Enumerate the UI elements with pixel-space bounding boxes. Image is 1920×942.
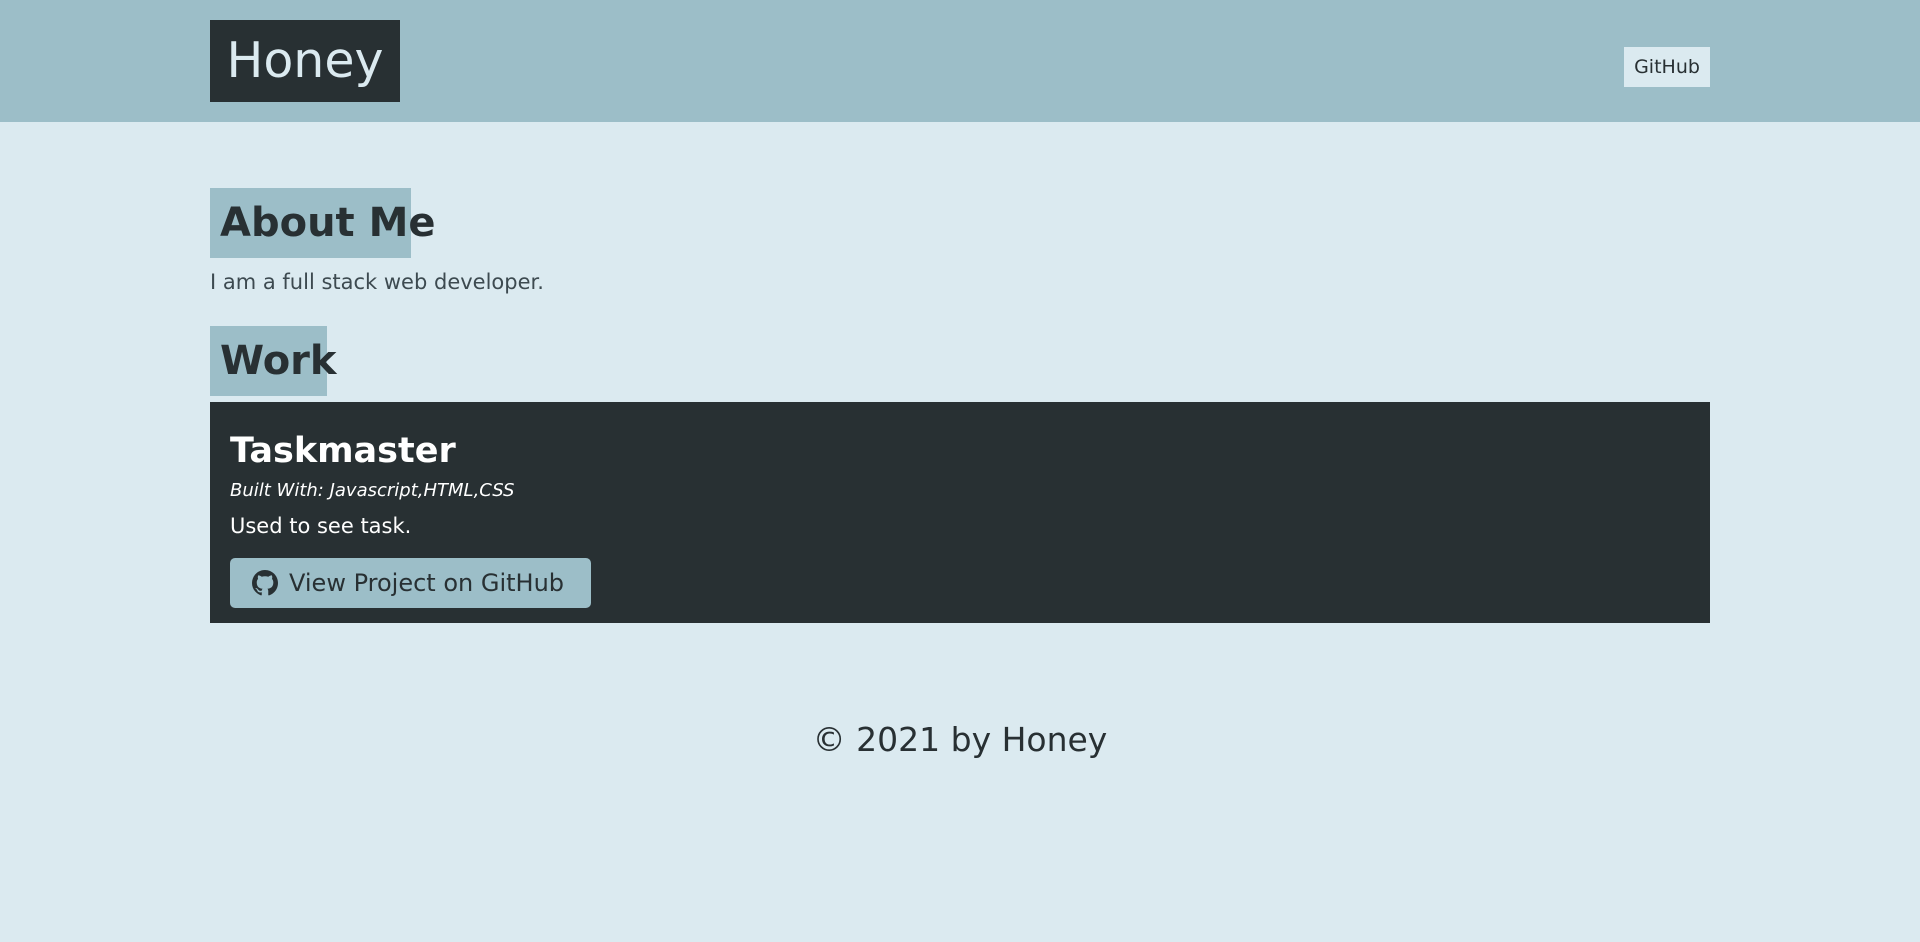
site-title: Honey [210, 20, 400, 102]
about-heading: About Me [210, 188, 436, 258]
about-text: I am a full stack web developer. [210, 270, 544, 294]
github-icon [252, 570, 278, 596]
copyright-text: © 2021 by Honey [812, 720, 1108, 759]
project-description: Used to see task. [230, 514, 412, 538]
project-title: Taskmaster [230, 431, 456, 471]
project-card: Taskmaster Built With: Javascript,HTML,C… [210, 402, 1710, 623]
site-header: Honey GitHub [0, 0, 1920, 122]
view-project-label: View Project on GitHub [289, 569, 565, 597]
github-nav-link[interactable]: GitHub [1624, 47, 1710, 87]
project-tech-stack: Built With: Javascript,HTML,CSS [230, 480, 515, 501]
view-project-button[interactable]: View Project on GitHub [230, 558, 591, 608]
work-heading: Work [210, 326, 337, 396]
